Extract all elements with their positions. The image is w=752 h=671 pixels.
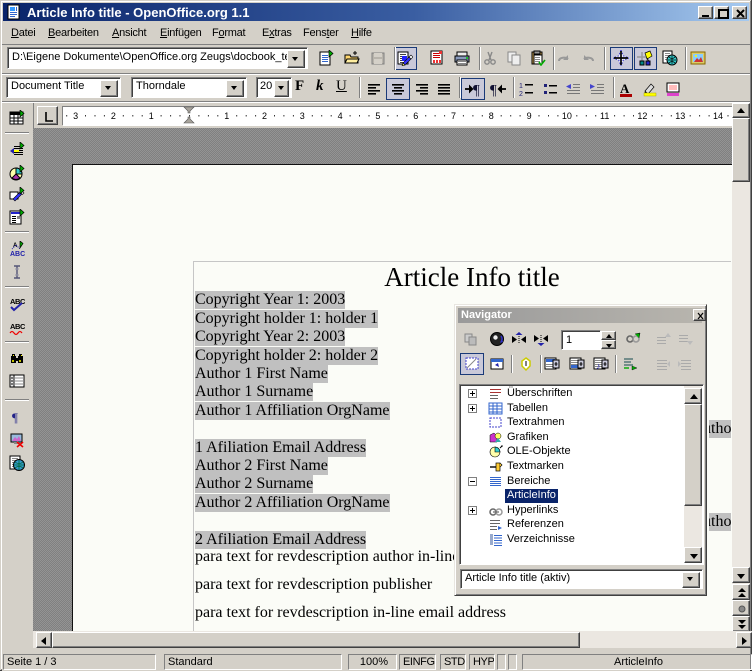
svg-text:2: 2	[111, 111, 116, 121]
svg-text:1: 1	[149, 111, 154, 121]
svg-text:9: 9	[527, 111, 532, 121]
svg-text:7: 7	[451, 111, 456, 121]
svg-text:12: 12	[637, 111, 647, 121]
svg-text:A: A	[620, 81, 630, 96]
svg-text:4: 4	[338, 111, 343, 121]
svg-text:3: 3	[73, 111, 78, 121]
svg-text:ABC: ABC	[10, 322, 25, 331]
svg-text:ABC: ABC	[10, 297, 25, 306]
svg-text:1: 1	[519, 83, 523, 90]
svg-text:¶: ¶	[490, 83, 497, 98]
svg-text:♪: ♪	[596, 361, 601, 371]
svg-text:14: 14	[713, 111, 723, 121]
svg-text:11: 11	[600, 111, 609, 121]
svg-text:10: 10	[562, 111, 572, 121]
svg-text:2: 2	[262, 111, 267, 121]
svg-text:2: 2	[519, 91, 523, 97]
svg-text:1: 1	[224, 111, 229, 121]
svg-text:¶: ¶	[473, 83, 480, 98]
svg-text:8: 8	[489, 111, 494, 121]
svg-text:13: 13	[675, 111, 685, 121]
svg-text:3: 3	[300, 111, 305, 121]
svg-text:5: 5	[375, 111, 380, 121]
svg-text:¶: ¶	[12, 410, 18, 425]
svg-text:ABC: ABC	[10, 251, 25, 257]
svg-text:6: 6	[413, 111, 418, 121]
